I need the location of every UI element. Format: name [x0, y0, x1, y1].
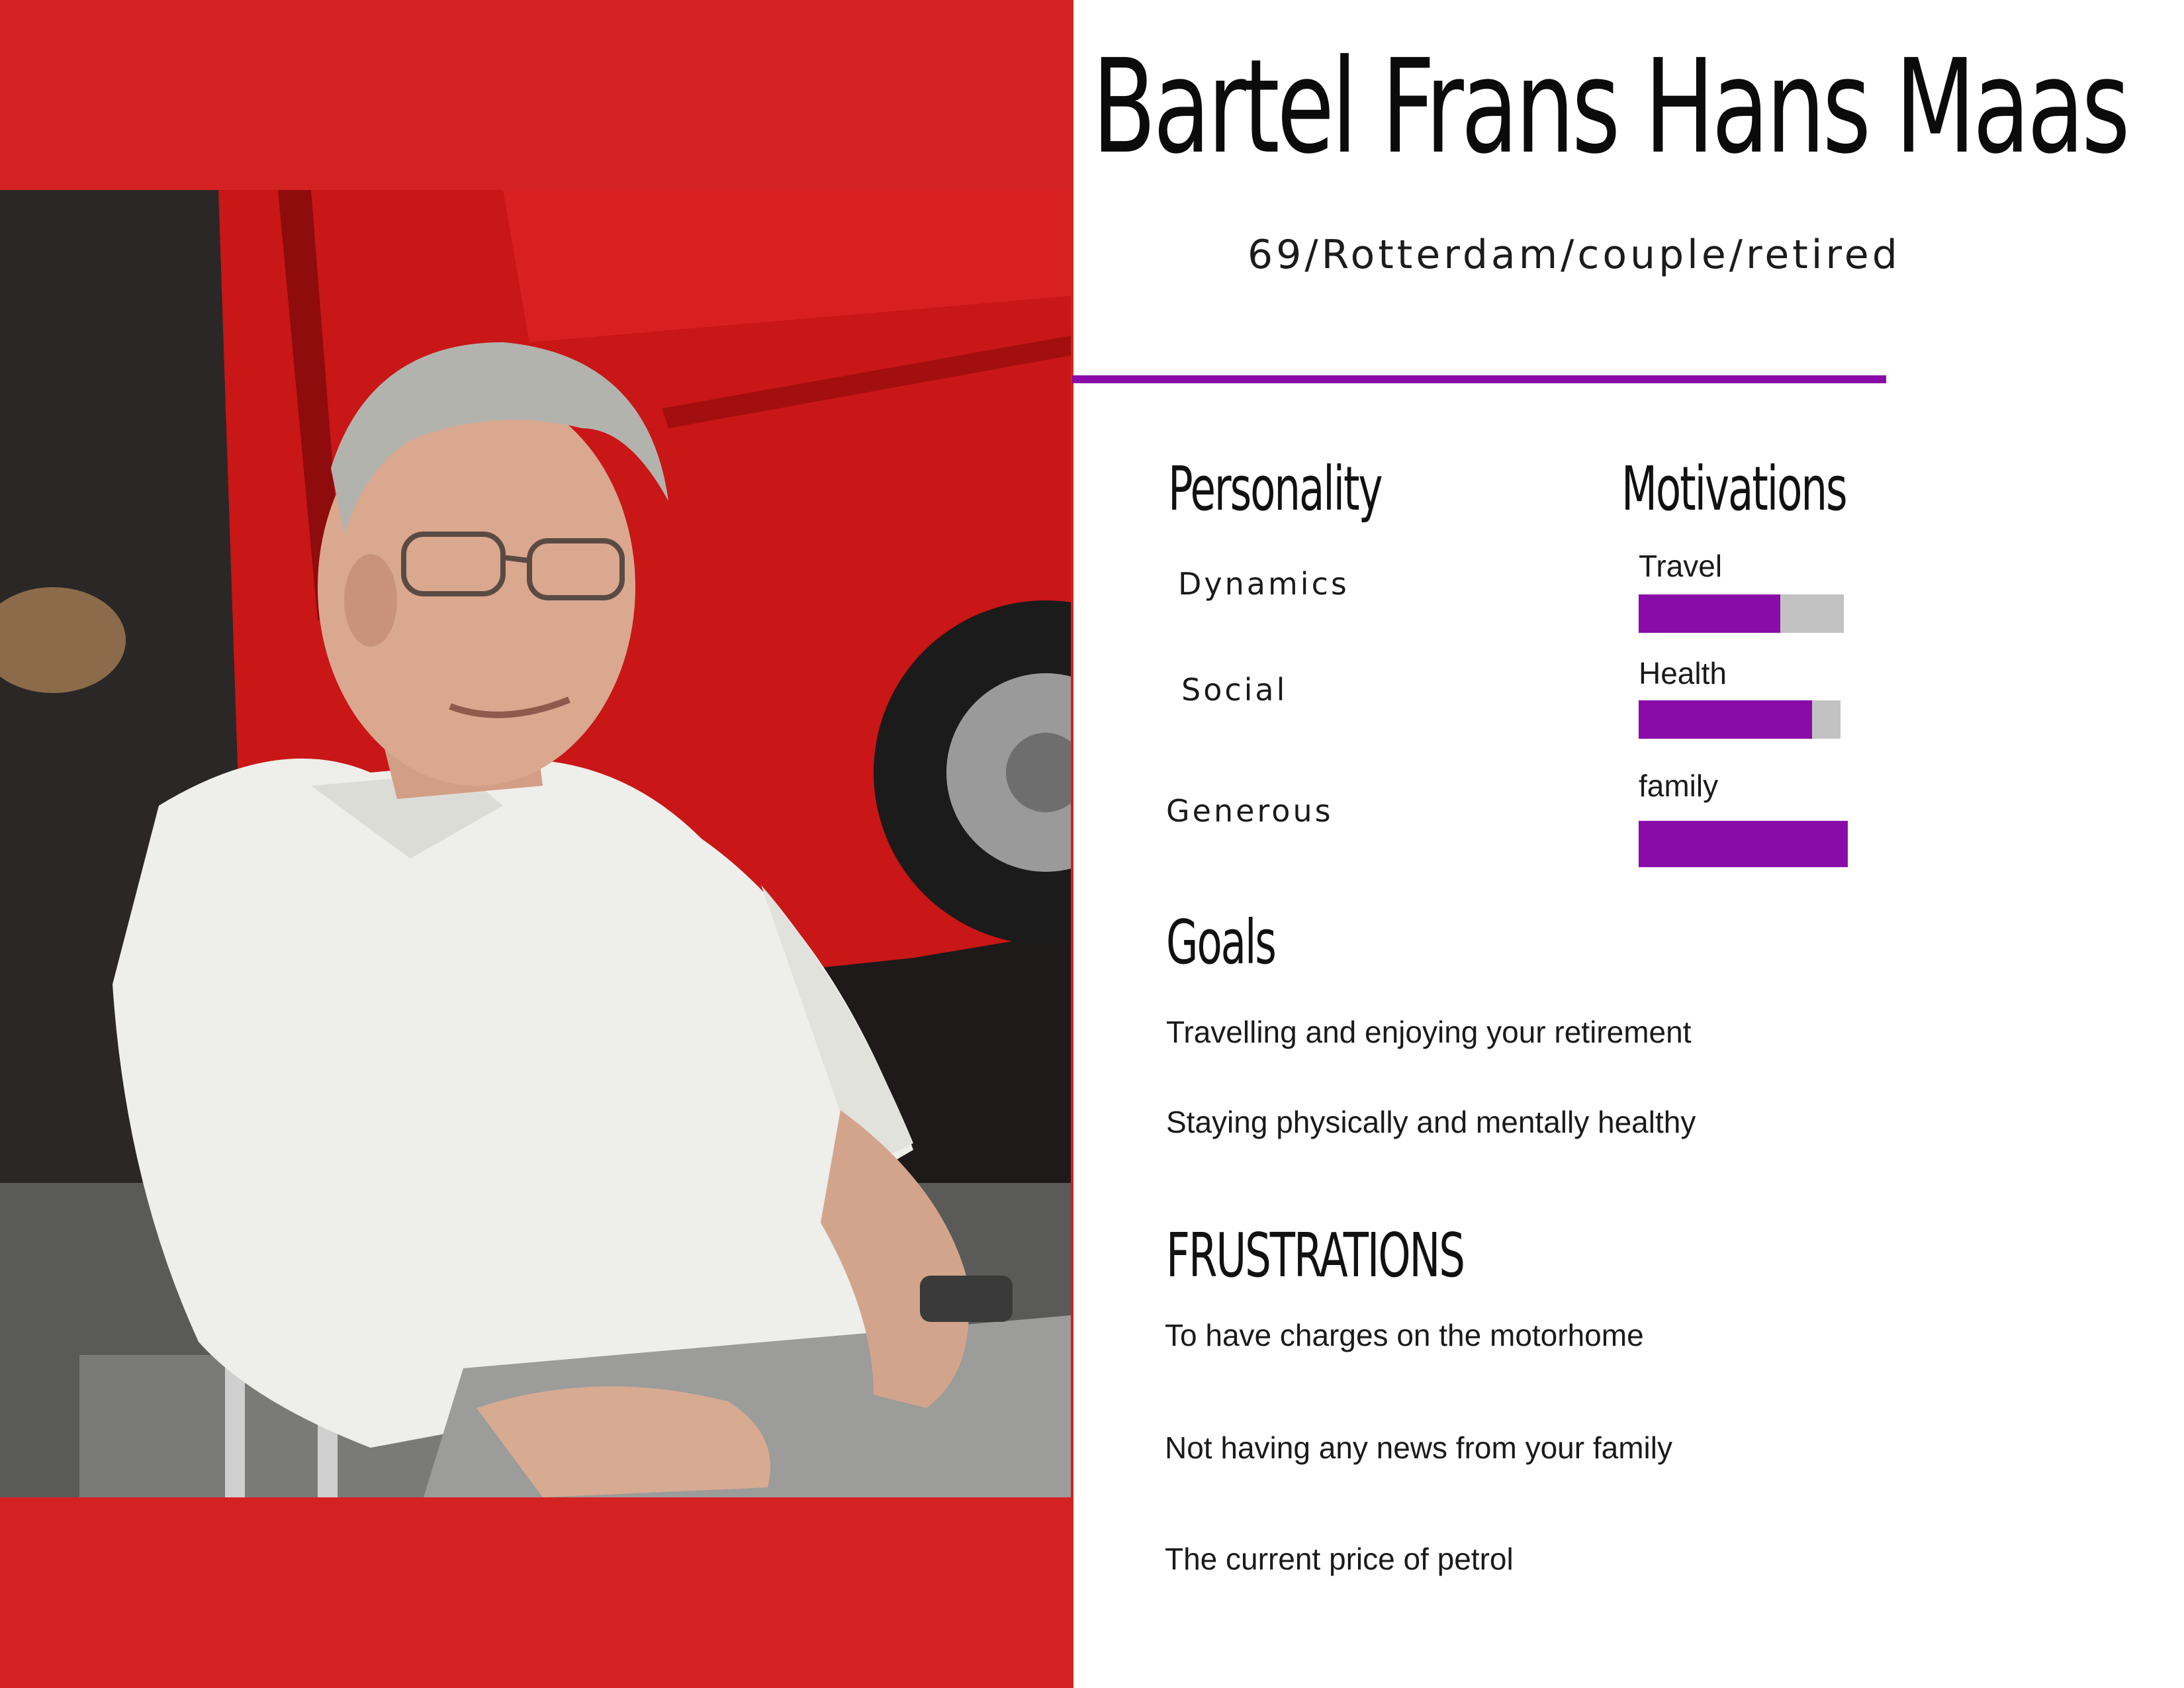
motivation-bar — [1639, 594, 1844, 633]
personality-trait: Dynamics — [1178, 566, 1349, 602]
goals-heading: Goals — [1166, 907, 1277, 978]
persona-subtitle: 69/Rotterdam/couple/retired — [1248, 232, 1901, 278]
goal-item: Staying physically and mentally healthy — [1166, 1105, 1696, 1139]
accent-divider — [1072, 375, 1886, 383]
motivation-label: family — [1639, 769, 1719, 803]
personality-trait: Social — [1181, 672, 1288, 708]
motivation-bar — [1639, 821, 1848, 867]
motivation-bar-fill — [1639, 821, 1848, 867]
motivation-label: Travel — [1639, 549, 1723, 583]
motivation-bar-fill — [1639, 594, 1780, 633]
persona-photo-illustration — [0, 190, 1071, 1497]
frustration-item: To have charges on the motorhome — [1165, 1318, 1644, 1352]
motivation-bar — [1639, 700, 1841, 739]
frustration-item: Not having any news from your family — [1165, 1430, 1672, 1465]
persona-photo — [0, 190, 1071, 1497]
motivations-heading: Motivations — [1621, 453, 1848, 524]
frustrations-heading: FRUSTRATIONS — [1166, 1220, 1465, 1291]
personality-heading: Personality — [1168, 453, 1383, 524]
persona-name: Bartel Frans Hans Maas — [1092, 32, 2130, 183]
motivation-bar-fill — [1639, 700, 1813, 739]
red-side-panel — [0, 0, 1073, 1688]
frustration-item: The current price of petrol — [1165, 1542, 1514, 1576]
personality-trait: Generous — [1166, 793, 1334, 829]
goal-item: Travelling and enjoying your retirement — [1166, 1015, 1692, 1049]
motivation-label: Health — [1639, 656, 1727, 690]
